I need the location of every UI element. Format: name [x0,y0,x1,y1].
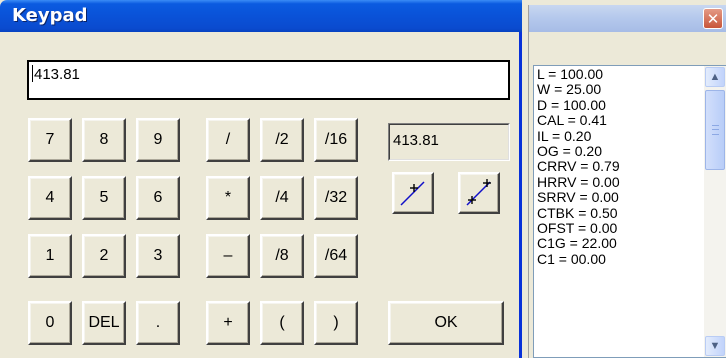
list-item[interactable]: OFST = 0.00 [537,220,702,236]
multiply-button[interactable]: * [206,176,250,220]
fraction-sixtyfourth-button[interactable]: /64 [314,234,358,278]
key-6-button[interactable]: 6 [136,176,180,220]
list-item[interactable]: SRRV = 0.00 [537,189,702,205]
list-item[interactable]: C1G = 22.00 [537,236,702,252]
key-8-button[interactable]: 8 [82,118,126,162]
key-9-button[interactable]: 9 [136,118,180,162]
scroll-thumb[interactable] [705,90,725,170]
list-item[interactable]: HRRV = 0.00 [537,174,702,190]
parameters-window: ✕ L = 100.00 W = 25.00 D = 100.00 CAL = 0.4… [528,5,726,358]
list-item[interactable]: CRRV = 0.79 [537,159,702,175]
list-item[interactable]: CAL = 0.41 [537,112,702,128]
parameters-title-bar[interactable]: ✕ [529,5,726,32]
key-5-button[interactable]: 5 [82,176,126,220]
divide-button[interactable]: / [206,118,250,162]
decimal-point-button[interactable]: . [136,301,180,345]
keypad-title: Keypad [12,5,88,26]
fraction-quarter-button[interactable]: /4 [260,176,304,220]
close-paren-button[interactable]: ) [314,301,358,345]
list-item[interactable]: L = 100.00 [537,66,702,82]
fraction-eighth-button[interactable]: /8 [260,234,304,278]
scroll-up-arrow-icon[interactable]: ▲ [705,67,725,87]
fraction-sixteenth-button[interactable]: /16 [314,118,358,162]
display-value: 413.81 [34,66,80,83]
key-4-button[interactable]: 4 [28,176,72,220]
text-caret [32,65,33,82]
list-item[interactable]: CTBK = 0.50 [537,205,702,221]
ok-button[interactable]: OK [388,301,504,345]
result-readout: 413.81 [388,123,510,161]
list-item[interactable]: C1 = 00.00 [537,251,702,267]
delete-button[interactable]: DEL [82,301,126,345]
fraction-thirtysecond-button[interactable]: /32 [314,176,358,220]
list-item[interactable]: W = 25.00 [537,81,702,97]
key-1-button[interactable]: 1 [28,234,72,278]
list-item[interactable]: D = 100.00 [537,97,702,113]
line-plus-both-button[interactable] [458,172,500,214]
close-icon[interactable]: ✕ [703,8,723,29]
key-2-button[interactable]: 2 [82,234,126,278]
keypad-title-bar[interactable]: Keypad [0,0,522,32]
subtract-button[interactable]: – [206,234,250,278]
key-7-button[interactable]: 7 [28,118,72,162]
key-0-button[interactable]: 0 [28,301,72,345]
fraction-half-button[interactable]: /2 [260,118,304,162]
list-item[interactable]: IL = 0.20 [537,128,702,144]
parameters-list[interactable]: L = 100.00 W = 25.00 D = 100.00 CAL = 0.41 I… [533,65,726,358]
line-plus-up-button[interactable] [392,172,434,214]
line-plus-up-icon [400,181,425,206]
add-button[interactable]: + [206,301,250,345]
scroll-down-arrow-icon[interactable]: ▼ [705,336,725,356]
list-item[interactable]: OG = 0.20 [537,143,702,159]
scroll-grip-icon [712,125,719,135]
value-display-input[interactable]: 413.81 [27,60,510,100]
vertical-scrollbar[interactable]: ▲ ▼ [704,66,726,357]
parameters-list-items: L = 100.00 W = 25.00 D = 100.00 CAL = 0.41 I… [537,66,702,267]
key-3-button[interactable]: 3 [136,234,180,278]
open-paren-button[interactable]: ( [260,301,304,345]
line-plus-both-icon [466,179,491,206]
readout-bevel [389,124,509,160]
keypad-window: Keypad 413.81 7 8 9 4 5 6 1 2 3 0 DEL . … [0,0,522,358]
